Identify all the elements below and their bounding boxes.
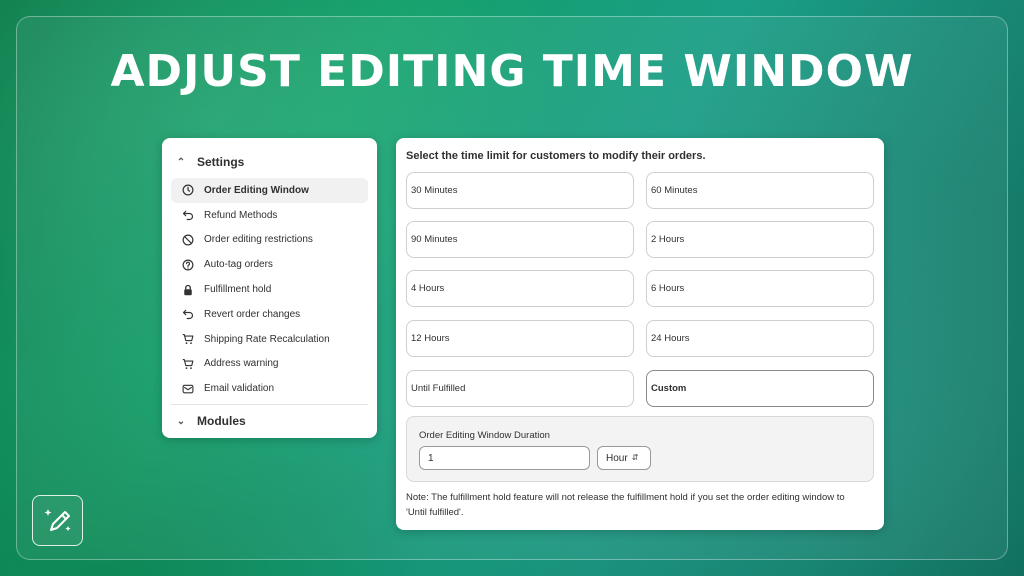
sidebar-item-auto-tag-orders[interactable]: Auto-tag orders [171, 252, 368, 277]
magic-pencil-badge [32, 495, 83, 546]
chevron-up-icon: ⌃ [176, 156, 186, 168]
select-chevron-icon: ⇵ [631, 453, 639, 462]
envelope-icon [181, 382, 194, 395]
undo-arrow-icon [181, 209, 194, 222]
sidebar-item-order-editing-window[interactable]: Order Editing Window [171, 178, 368, 203]
option-30-minutes[interactable]: 30 Minutes [406, 172, 634, 209]
sidebar-item-label: Email validation [204, 383, 275, 395]
sidebar-item-address-warning[interactable]: Address warning [171, 352, 368, 377]
prohibited-icon [181, 233, 194, 246]
clock-icon [181, 184, 194, 197]
custom-duration-box: Order Editing Window Duration Hour ⇵ [406, 416, 874, 482]
sidebar-item-email-validation[interactable]: Email validation [171, 376, 368, 401]
sidebar-item-shipping-rate-recalculation[interactable]: Shipping Rate Recalculation [171, 327, 368, 352]
option-60-minutes[interactable]: 60 Minutes [646, 172, 874, 209]
duration-unit-value: Hour [606, 452, 628, 464]
duration-unit-select[interactable]: Hour ⇵ [597, 446, 651, 470]
option-2-hours[interactable]: 2 Hours [646, 221, 874, 258]
option-90-minutes[interactable]: 90 Minutes [406, 221, 634, 258]
chevron-down-icon: ⌄ [176, 415, 186, 427]
magic-pencil-icon [44, 508, 71, 531]
sidebar-item-label: Order editing restrictions [204, 234, 313, 246]
sidebar-item-label: Revert order changes [204, 308, 301, 320]
modules-section-header[interactable]: ⌄ Modules [171, 405, 368, 437]
undo-arrow-icon [181, 308, 194, 321]
option-custom[interactable]: Custom [646, 370, 874, 407]
sidebar-item-label: Fulfillment hold [204, 284, 272, 296]
sidebar-item-order-editing-restrictions[interactable]: Order editing restrictions [171, 228, 368, 253]
settings-sidebar: ⌃ Settings Order Editing Window Refund M… [162, 138, 377, 438]
sidebar-item-label: Refund Methods [204, 209, 278, 221]
duration-value-input[interactable] [419, 446, 590, 470]
page-title: ADJUST EDITING TIME WINDOW [110, 46, 914, 97]
sidebar-item-label: Shipping Rate Recalculation [204, 333, 330, 345]
fulfillment-hold-note: Note: The fulfillment hold feature will … [406, 492, 845, 518]
sidebar-item-refund-methods[interactable]: Refund Methods [171, 203, 368, 228]
cart-icon [181, 357, 194, 370]
panel-heading: Select the time limit for customers to m… [406, 150, 706, 162]
option-4-hours[interactable]: 4 Hours [406, 270, 634, 307]
sidebar-item-revert-order-changes[interactable]: Revert order changes [171, 302, 368, 327]
sidebar-item-label: Address warning [204, 358, 279, 370]
duration-label: Order Editing Window Duration [419, 430, 550, 441]
sidebar-item-label: Order Editing Window [204, 184, 309, 196]
settings-section-label: Settings [197, 155, 245, 169]
question-circle-icon [181, 258, 194, 271]
editing-window-panel: Select the time limit for customers to m… [396, 138, 884, 530]
option-12-hours[interactable]: 12 Hours [406, 320, 634, 357]
lock-icon [181, 283, 194, 296]
option-24-hours[interactable]: 24 Hours [646, 320, 874, 357]
sidebar-item-fulfillment-hold[interactable]: Fulfillment hold [171, 277, 368, 302]
option-until-fulfilled[interactable]: Until Fulfilled [406, 370, 634, 407]
modules-section-label: Modules [197, 414, 246, 429]
option-6-hours[interactable]: 6 Hours [646, 270, 874, 307]
sidebar-item-label: Auto-tag orders [204, 259, 273, 271]
settings-section-header[interactable]: ⌃ Settings [171, 146, 368, 178]
cart-icon [181, 333, 194, 346]
